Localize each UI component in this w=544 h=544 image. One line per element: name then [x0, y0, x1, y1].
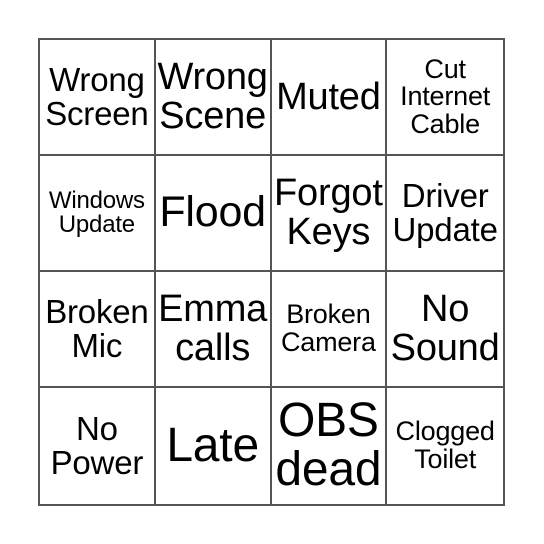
bingo-cell-label: No Sound: [390, 288, 500, 369]
bingo-cell-label: Clogged Toilet: [395, 416, 495, 474]
bingo-cell-r2c4[interactable]: Driver Update: [387, 156, 503, 272]
bingo-cell-label: Cut Internet Cable: [400, 53, 491, 139]
bingo-cell-label: OBS dead: [275, 394, 382, 496]
bingo-cell-label: Emma calls: [158, 288, 268, 369]
bingo-cell-r4c2[interactable]: Late: [156, 388, 272, 504]
bingo-cell-r2c1[interactable]: Windows Update: [40, 156, 156, 272]
bingo-cell-r1c1[interactable]: Wrong Screen: [40, 40, 156, 156]
bingo-cell-label: Broken Camera: [280, 299, 376, 357]
bingo-cell-label: No Power: [50, 410, 144, 481]
bingo-cell-r1c3[interactable]: Muted: [271, 40, 388, 156]
bingo-card-grid: Wrong Screen Wrong Scene Muted Cut Inter…: [38, 38, 505, 506]
bingo-cell-label: Wrong Screen: [45, 61, 149, 132]
bingo-cell-r1c2[interactable]: Wrong Scene: [155, 40, 272, 156]
bingo-cell-r3c2[interactable]: Emma calls: [155, 272, 272, 388]
bingo-cell-label: Broken Mic: [45, 293, 149, 364]
bingo-cell-r4c1[interactable]: No Power: [40, 388, 156, 504]
bingo-cell-label: Windows Update: [48, 186, 145, 238]
bingo-cell-label: Muted: [276, 75, 381, 118]
bingo-cell-label: Wrong Scene: [157, 56, 268, 137]
bingo-cell-r1c4[interactable]: Cut Internet Cable: [387, 40, 503, 156]
bingo-cell-label: Forgot Keys: [274, 172, 383, 253]
bingo-cell-r3c4[interactable]: No Sound: [387, 272, 503, 388]
bingo-cell-r4c3[interactable]: OBS dead: [272, 388, 388, 504]
bingo-cell-r3c1[interactable]: Broken Mic: [40, 272, 156, 388]
bingo-cell-r3c3[interactable]: Broken Camera: [271, 272, 388, 388]
bingo-cell-label: Driver Update: [392, 177, 498, 248]
bingo-cell-label: Flood: [159, 188, 266, 237]
bingo-cell-r2c2[interactable]: Flood: [155, 156, 272, 272]
bingo-cell-r2c3[interactable]: Forgot Keys: [271, 156, 388, 272]
bingo-cell-r4c4[interactable]: Clogged Toilet: [387, 388, 503, 504]
bingo-cell-label: Late: [166, 418, 259, 472]
